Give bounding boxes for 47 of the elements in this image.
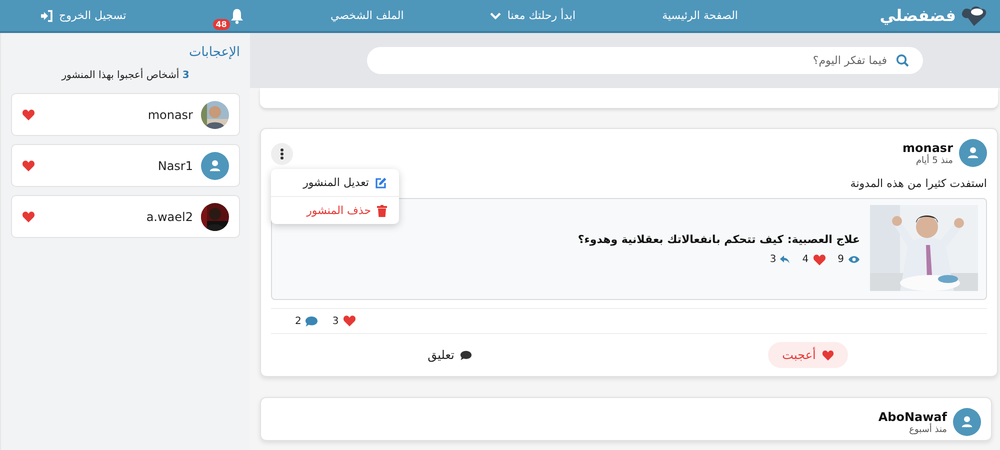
user-name[interactable]: Nasr1	[158, 158, 193, 172]
notifications-button[interactable]	[230, 8, 244, 24]
likes-count: 4	[802, 254, 826, 266]
avatar-icon	[201, 152, 229, 180]
heart-icon	[22, 160, 35, 172]
user-card[interactable]: monasr	[11, 93, 240, 136]
logout-icon	[40, 10, 54, 22]
user-name[interactable]: monasr	[148, 108, 193, 122]
search-field[interactable]: فيما تفكر اليوم؟	[367, 47, 923, 74]
likes-count: 3	[332, 315, 356, 327]
notification-badge: 48	[212, 18, 230, 30]
avatar-icon	[953, 408, 981, 436]
article-title[interactable]: علاج العصبية: كيف تتحكم بانفعالاتك بعقلانية وهدوء؟	[578, 232, 860, 246]
menu-item[interactable]: تعديل المنشور	[271, 169, 399, 197]
more-options-button[interactable]	[271, 143, 293, 165]
share-icon	[780, 255, 790, 264]
panel-title: الإعجابات	[188, 45, 240, 60]
comment-icon	[305, 316, 318, 326]
comment-icon	[460, 350, 472, 360]
like-button[interactable]: أعجبت	[768, 342, 848, 368]
search-icon	[896, 54, 909, 67]
chevron-down-icon	[490, 12, 502, 20]
more-icon	[280, 148, 284, 160]
user-card[interactable]: Nasr1	[11, 144, 240, 187]
menu-item[interactable]: حذف المنشور	[271, 197, 399, 224]
post-time: منذ 5 أيام	[914, 156, 953, 166]
heart-icon	[342, 315, 356, 327]
comments-count: 2	[295, 315, 318, 327]
heart-icon	[812, 254, 826, 266]
bell-icon	[230, 8, 244, 24]
heart-icon	[22, 108, 35, 120]
heart-icon	[822, 350, 834, 360]
views-count: 9	[838, 254, 860, 266]
user-card[interactable]: a.wael2	[11, 195, 240, 238]
user-name[interactable]: a.wael2	[146, 210, 193, 224]
eye-icon	[848, 255, 860, 264]
edit-icon	[375, 176, 387, 188]
post-time: منذ أسبوع	[908, 424, 947, 434]
logo-icon	[960, 4, 988, 26]
avatar-icon	[959, 139, 987, 167]
post-text: استفدت كثيرا من هذه المدونة	[850, 177, 987, 190]
shares-count: 3	[770, 254, 790, 266]
post-author[interactable]: AboNawaf	[271, 410, 947, 424]
post-author[interactable]: monasr	[299, 140, 953, 154]
heart-icon	[22, 210, 35, 222]
comment-button[interactable]: تعليق	[414, 342, 486, 368]
trash-icon	[377, 204, 387, 216]
